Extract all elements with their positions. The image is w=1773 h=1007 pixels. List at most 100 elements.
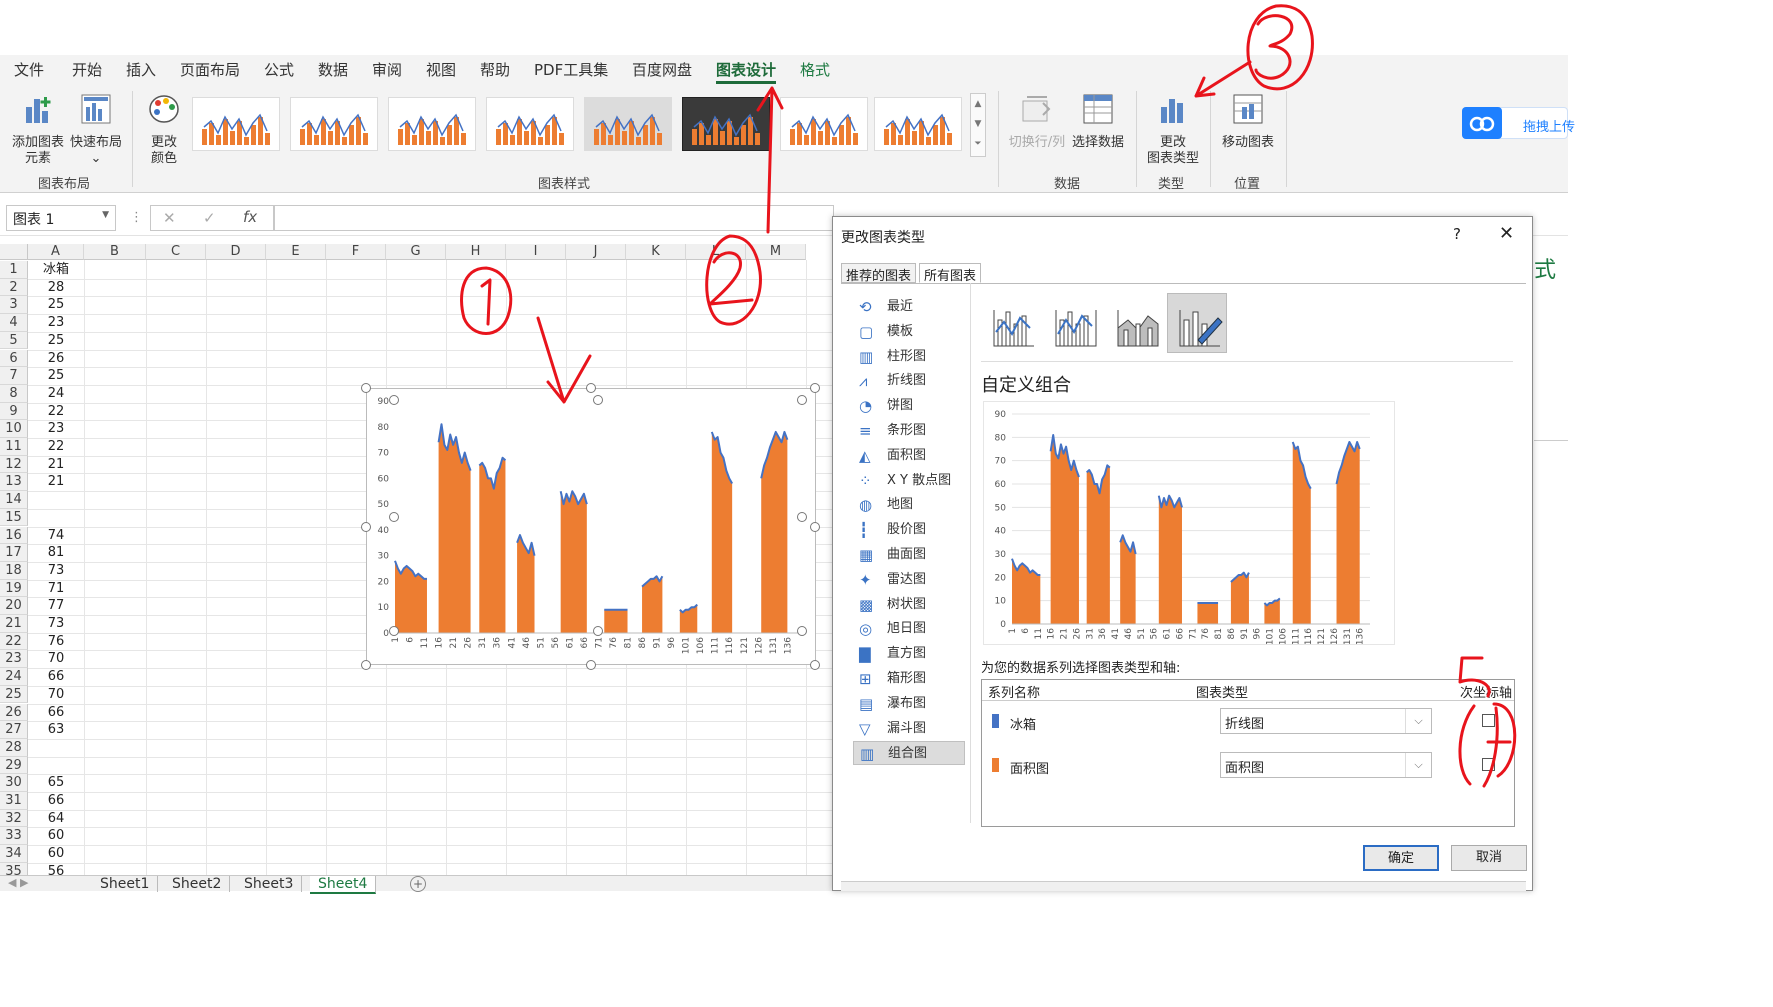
row-header[interactable]: 17 (0, 544, 28, 562)
row-header[interactable]: 9 (0, 402, 28, 421)
chart-type-item[interactable]: ▇ 直方图 (853, 642, 965, 666)
sheet-tab-2[interactable]: Sheet2 (164, 876, 231, 892)
cell-a[interactable]: 81 (28, 544, 84, 562)
column-header[interactable]: B (84, 244, 146, 260)
cell-a[interactable]: 71 (28, 580, 84, 598)
row-header[interactable]: 22 (0, 632, 28, 651)
cell-a[interactable]: 冰箱 (28, 261, 84, 279)
close-icon[interactable]: ✕ (1499, 223, 1514, 244)
row-header[interactable]: 7 (0, 367, 28, 385)
cell-a[interactable]: 60 (28, 845, 84, 863)
plot-handle[interactable] (593, 626, 603, 636)
gallery-scroll[interactable]: ▲ ▼ ⏷ (970, 93, 986, 157)
series-type-select[interactable]: 折线图 ⌵ (1220, 708, 1432, 734)
cell-a[interactable]: 25 (28, 296, 84, 314)
plot-handle[interactable] (389, 395, 399, 405)
cell-a[interactable]: 70 (28, 686, 84, 704)
move-chart-button[interactable]: 移动图表 (1216, 91, 1280, 167)
plot-handle[interactable] (797, 512, 807, 522)
series-type-select[interactable]: 面积图 ⌵ (1220, 752, 1432, 778)
chart-type-item[interactable]: ◎ 旭日图 (853, 617, 965, 641)
row-header[interactable]: 15 (0, 508, 28, 527)
column-header[interactable]: H (446, 244, 506, 260)
enter-icon[interactable]: ✓ (203, 209, 216, 227)
resize-handle[interactable] (361, 522, 371, 532)
tab-home[interactable]: 开始 (72, 59, 102, 80)
cloud-upload-button[interactable]: 拖拽上传 (1462, 107, 1575, 139)
cell-a[interactable]: 22 (28, 403, 84, 421)
row-header[interactable]: 33 (0, 827, 28, 846)
select-data-button[interactable]: 选择数据 (1068, 91, 1128, 167)
cell-a[interactable]: 26 (28, 350, 84, 368)
cell-a[interactable]: 65 (28, 774, 84, 792)
cell-a[interactable]: 73 (28, 615, 84, 633)
resize-handle[interactable] (361, 660, 371, 670)
tab-review[interactable]: 审阅 (372, 59, 402, 80)
cell-a[interactable]: 23 (28, 314, 84, 332)
tab-page-layout[interactable]: 页面布局 (180, 59, 240, 80)
chart-type-item[interactable]: ▢ 模板 (853, 320, 965, 344)
row-header[interactable]: 4 (0, 314, 28, 332)
chart-type-item[interactable]: ▦ 曲面图 (853, 543, 965, 567)
cell-a[interactable]: 66 (28, 704, 84, 722)
row-header[interactable]: 3 (0, 296, 28, 315)
add-sheet-icon[interactable]: + (410, 876, 426, 892)
column-header[interactable]: G (386, 244, 446, 260)
row-header[interactable]: 23 (0, 650, 28, 669)
cell-a[interactable]: 21 (28, 456, 84, 474)
column-header[interactable]: D (206, 244, 266, 260)
column-header[interactable]: M (746, 244, 806, 260)
row-header[interactable]: 8 (0, 384, 28, 403)
chart-type-item[interactable]: ▤ 瀑布图 (853, 692, 965, 716)
resize-handle[interactable] (810, 383, 820, 393)
formula-input[interactable] (274, 205, 834, 231)
cell-a[interactable]: 64 (28, 810, 84, 828)
column-header[interactable]: J (566, 244, 626, 260)
embedded-chart[interactable]: 0 10 20 30 40 50 60 70 80 90 1 6 11 16 21 26 31 36 41 46 51 5… (366, 388, 816, 665)
column-header[interactable]: C (146, 244, 206, 260)
combo-subtype-custom[interactable] (1167, 293, 1227, 353)
row-header[interactable]: 21 (0, 615, 28, 633)
cancel-icon[interactable]: ✕ (163, 209, 176, 227)
cell-a[interactable]: 77 (28, 597, 84, 615)
row-header[interactable]: 1 (0, 261, 28, 279)
row-header[interactable]: 25 (0, 685, 28, 704)
secondary-axis-checkbox[interactable] (1482, 758, 1495, 771)
row-header[interactable]: 31 (0, 792, 28, 810)
cell-a[interactable]: 56 (28, 863, 84, 875)
tab-help[interactable]: 帮助 (480, 59, 510, 80)
tab-data[interactable]: 数据 (318, 59, 348, 80)
name-box[interactable]: 图表 1 ▼ (6, 205, 116, 231)
row-header[interactable]: 12 (0, 455, 28, 474)
tab-view[interactable]: 视图 (426, 59, 456, 80)
resize-handle[interactable] (810, 522, 820, 532)
tab-baidu-netdisk[interactable]: 百度网盘 (632, 59, 692, 80)
column-header[interactable]: L (686, 244, 746, 260)
tab-file[interactable]: 文件 (14, 59, 44, 80)
tab-recommended[interactable]: 推荐的图表 (841, 263, 917, 284)
resize-handle[interactable] (361, 383, 371, 393)
row-header[interactable]: 19 (0, 579, 28, 598)
plot-handle[interactable] (593, 395, 603, 405)
chart-type-item[interactable]: ▥ 组合图 (853, 741, 965, 766)
chart-type-item[interactable]: ◔ 饼图 (853, 394, 965, 418)
cell-a[interactable] (28, 757, 84, 775)
cell-a[interactable]: 22 (28, 438, 84, 456)
row-header[interactable]: 10 (0, 420, 28, 438)
cell-a[interactable]: 76 (28, 633, 84, 651)
row-header[interactable]: 26 (0, 703, 28, 722)
row-header[interactable]: 11 (0, 438, 28, 456)
row-header[interactable]: 30 (0, 774, 28, 792)
resize-handle[interactable] (810, 660, 820, 670)
resize-handle[interactable] (586, 383, 596, 393)
combo-subtype-2[interactable] (1043, 293, 1103, 353)
chart-type-item[interactable]: ◭ 面积图 (853, 444, 965, 468)
row-header[interactable]: 20 (0, 597, 28, 615)
sheet-tab-3[interactable]: Sheet3 (236, 876, 303, 892)
cell-a[interactable]: 23 (28, 420, 84, 438)
tab-formulas[interactable]: 公式 (264, 59, 294, 80)
row-header[interactable]: 2 (0, 278, 28, 297)
tab-format[interactable]: 格式 (800, 59, 830, 80)
tab-pdf-tools[interactable]: PDF工具集 (534, 59, 608, 80)
cell-a[interactable]: 66 (28, 792, 84, 810)
